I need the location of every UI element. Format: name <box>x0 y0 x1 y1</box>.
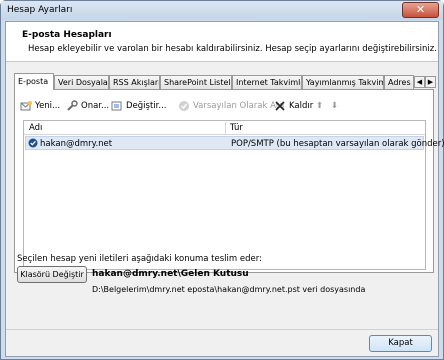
tab-scroll-left-button[interactable]: ◀ <box>414 76 425 88</box>
account-type: POP/SMTP (bu hesaptan varsayılan olarak … <box>231 139 444 149</box>
move-down-button[interactable]: ⬇ <box>331 98 338 114</box>
column-header-name[interactable]: Adı <box>29 123 42 133</box>
repair-icon <box>67 100 78 111</box>
repair-account-button[interactable]: Onar... <box>66 98 109 114</box>
tab-veri-dosyalari[interactable]: Veri Dosyaları <box>54 75 109 89</box>
move-up-button[interactable]: ⬆ <box>316 98 323 114</box>
data-file-path: D:\Belgelerim\dmry.net eposta\hakan@dmry… <box>92 285 366 294</box>
accounts-list[interactable]: Adı Tür hakan@dmry.net POP/SMTP (bu hesa… <box>23 120 444 270</box>
account-name: hakan@dmry.net <box>40 139 113 149</box>
column-header-type[interactable]: Tür <box>230 123 243 133</box>
accounts-list-header: Adı Tür <box>24 121 425 135</box>
email-tab-panel: Yeni... Onar... Değiştir... Varsayılan O… <box>14 89 444 273</box>
page-description: Hesap ekleyebilir ve varolan bir hesabı … <box>28 44 437 54</box>
tab-scroll-right-button[interactable]: ▶ <box>425 76 436 88</box>
account-settings-window: Hesap Ayarları ✕ E-posta Hesapları Hesap… <box>0 0 444 360</box>
account-toolbar: Yeni... Onar... Değiştir... Varsayılan O… <box>15 98 433 114</box>
column-divider[interactable] <box>225 122 226 134</box>
close-button[interactable]: Kapat <box>369 335 432 352</box>
tab-sharepoint-listeleri[interactable]: SharePoint Listeleri <box>160 75 232 89</box>
remove-x-icon <box>275 101 285 111</box>
new-account-label: Yeni... <box>35 101 61 111</box>
page-title: E-posta Hesapları <box>22 30 112 40</box>
change-account-label: Değiştir... <box>126 101 167 111</box>
new-account-icon <box>20 101 32 111</box>
window-close-button[interactable]: ✕ <box>402 2 439 18</box>
repair-account-label: Onar... <box>81 101 110 111</box>
window-title: Hesap Ayarları <box>7 5 73 15</box>
tab-rss-akislari[interactable]: RSS Akışları <box>109 75 160 89</box>
new-account-button[interactable]: Yeni... <box>20 98 60 114</box>
tab-strip: E-posta Veri Dosyaları RSS Akışları Shar… <box>14 73 436 90</box>
dialog-body: E-posta Hesapları Hesap ekleyebilir ve v… <box>5 21 444 357</box>
title-bar[interactable]: Hesap Ayarları ✕ <box>1 1 443 20</box>
delivery-folder: hakan@dmry.net\Gelen Kutusu <box>92 269 249 279</box>
arrow-up-icon: ⬆ <box>316 101 324 111</box>
set-default-label: Varsayılan Olarak Ata <box>193 101 285 111</box>
tab-internet-takvimleri[interactable]: Internet Takvimleri <box>232 75 302 89</box>
tab-adres-defterleri[interactable]: Adres De <box>384 75 414 89</box>
remove-account-label: Kaldır <box>289 101 314 111</box>
checkmark-circle-icon <box>179 101 189 111</box>
delivery-location-label: Seçilen hesap yeni iletileri aşağıdaki k… <box>17 254 262 264</box>
change-account-icon <box>111 101 122 111</box>
remove-account-button[interactable]: Kaldır <box>274 98 313 114</box>
dialog-header: E-posta Hesapları Hesap ekleyebilir ve v… <box>6 22 438 62</box>
arrow-down-icon: ⬇ <box>331 101 339 111</box>
tab-e-posta[interactable]: E-posta <box>14 73 54 90</box>
default-account-check-icon <box>28 138 38 148</box>
account-row[interactable]: hakan@dmry.net POP/SMTP (bu hesaptan var… <box>25 136 444 150</box>
change-account-button[interactable]: Değiştir... <box>111 98 166 114</box>
footer-divider <box>6 329 438 330</box>
change-folder-button[interactable]: Klasörü Değiştir <box>17 266 87 283</box>
set-default-button[interactable]: Varsayılan Olarak Ata <box>178 98 284 114</box>
tab-yayimlanmis-takvimler[interactable]: Yayımlanmış Takvimler <box>302 75 384 89</box>
